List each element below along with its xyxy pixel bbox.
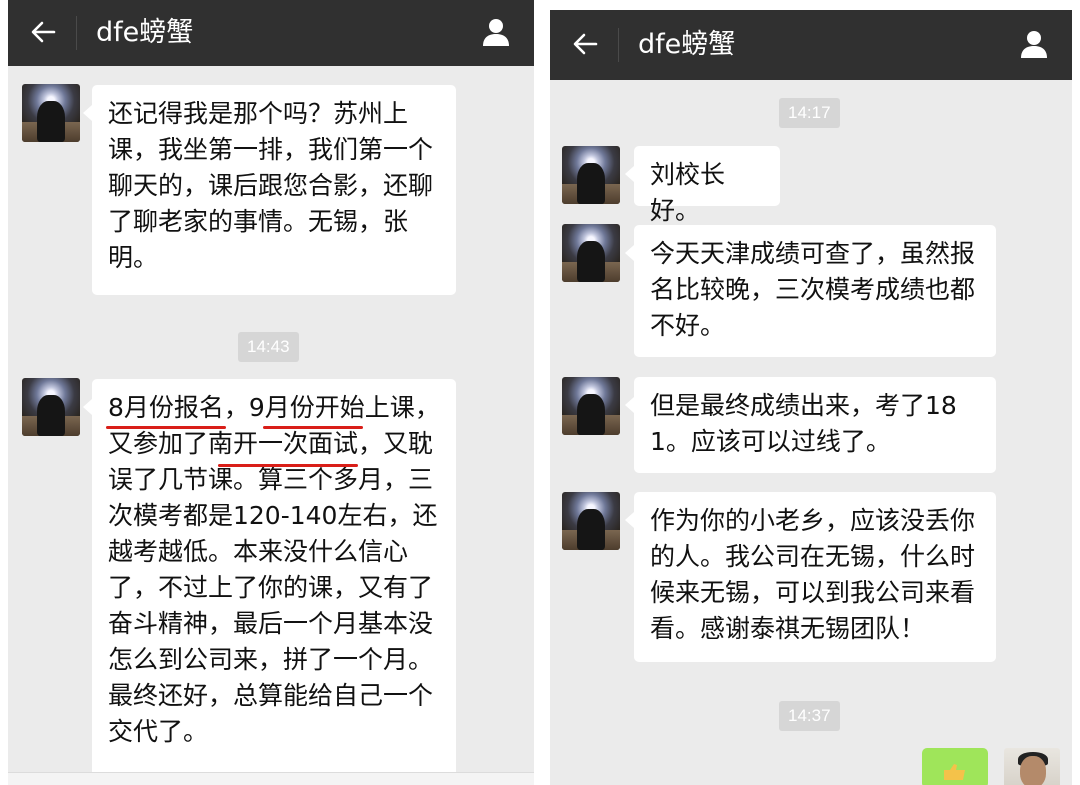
- contact-avatar[interactable]: [562, 377, 620, 435]
- self-message-bubble[interactable]: [922, 748, 988, 785]
- chat-panel-right: dfe螃蟹 14:17 刘校长好。 今天天津成绩可查了，虽然报名比较晚，三次模考…: [550, 0, 1072, 785]
- contact-avatar[interactable]: [562, 492, 620, 550]
- contact-avatar[interactable]: [22, 378, 80, 436]
- header-divider: [76, 16, 77, 50]
- contact-avatar[interactable]: [562, 224, 620, 282]
- person-icon: [1021, 31, 1047, 58]
- message-bubble[interactable]: 还记得我是那个吗？苏州上课，我坐第一排，我们第一个聊天的，课后跟您合影，还聊了聊…: [83, 85, 456, 295]
- timestamp: 14:37: [779, 701, 840, 731]
- message-bubble[interactable]: 但是最终成绩出来，考了181。应该可以过线了。: [625, 377, 996, 473]
- contact-avatar[interactable]: [22, 84, 80, 142]
- chat-header: dfe螃蟹: [8, 0, 534, 66]
- timestamp: 14:17: [779, 98, 840, 128]
- person-icon: [483, 19, 509, 46]
- message-bubble[interactable]: 8月份报名，9月份开始上课，又参加了南开一次面试，又耽误了几节课。算三个多月，三…: [83, 379, 456, 779]
- header-divider: [618, 28, 619, 62]
- chat-panel-left: dfe螃蟹 还记得我是那个吗？苏州上课，我坐第一排，我们第一个聊天的，课后跟您合…: [8, 0, 534, 785]
- message-bubble[interactable]: 刘校长好。: [625, 146, 780, 225]
- message-bubble[interactable]: 今天天津成绩可查了，虽然报名比较晚，三次模考成绩也都不好。: [625, 225, 996, 357]
- chat-title: dfe螃蟹: [96, 17, 194, 48]
- back-arrow-icon: [31, 21, 56, 43]
- back-arrow-icon: [573, 33, 598, 55]
- thumbs-up-icon: [944, 764, 965, 780]
- input-bar-edge: [8, 772, 534, 785]
- underline-mark: [263, 426, 363, 429]
- back-button[interactable]: [28, 14, 58, 50]
- back-button[interactable]: [570, 26, 600, 62]
- chat-header: dfe螃蟹: [550, 10, 1072, 80]
- self-avatar[interactable]: [1004, 748, 1060, 785]
- message-bubble[interactable]: 作为你的小老乡，应该没丢你的人。我公司在无锡，什么时候来无锡，可以到我公司来看看…: [625, 492, 996, 662]
- timestamp: 14:43: [238, 332, 299, 362]
- contact-avatar[interactable]: [562, 146, 620, 204]
- profile-button[interactable]: [478, 14, 514, 50]
- underline-mark: [106, 426, 226, 429]
- profile-button[interactable]: [1016, 26, 1052, 62]
- underline-mark: [218, 464, 358, 467]
- chat-title: dfe螃蟹: [638, 29, 736, 60]
